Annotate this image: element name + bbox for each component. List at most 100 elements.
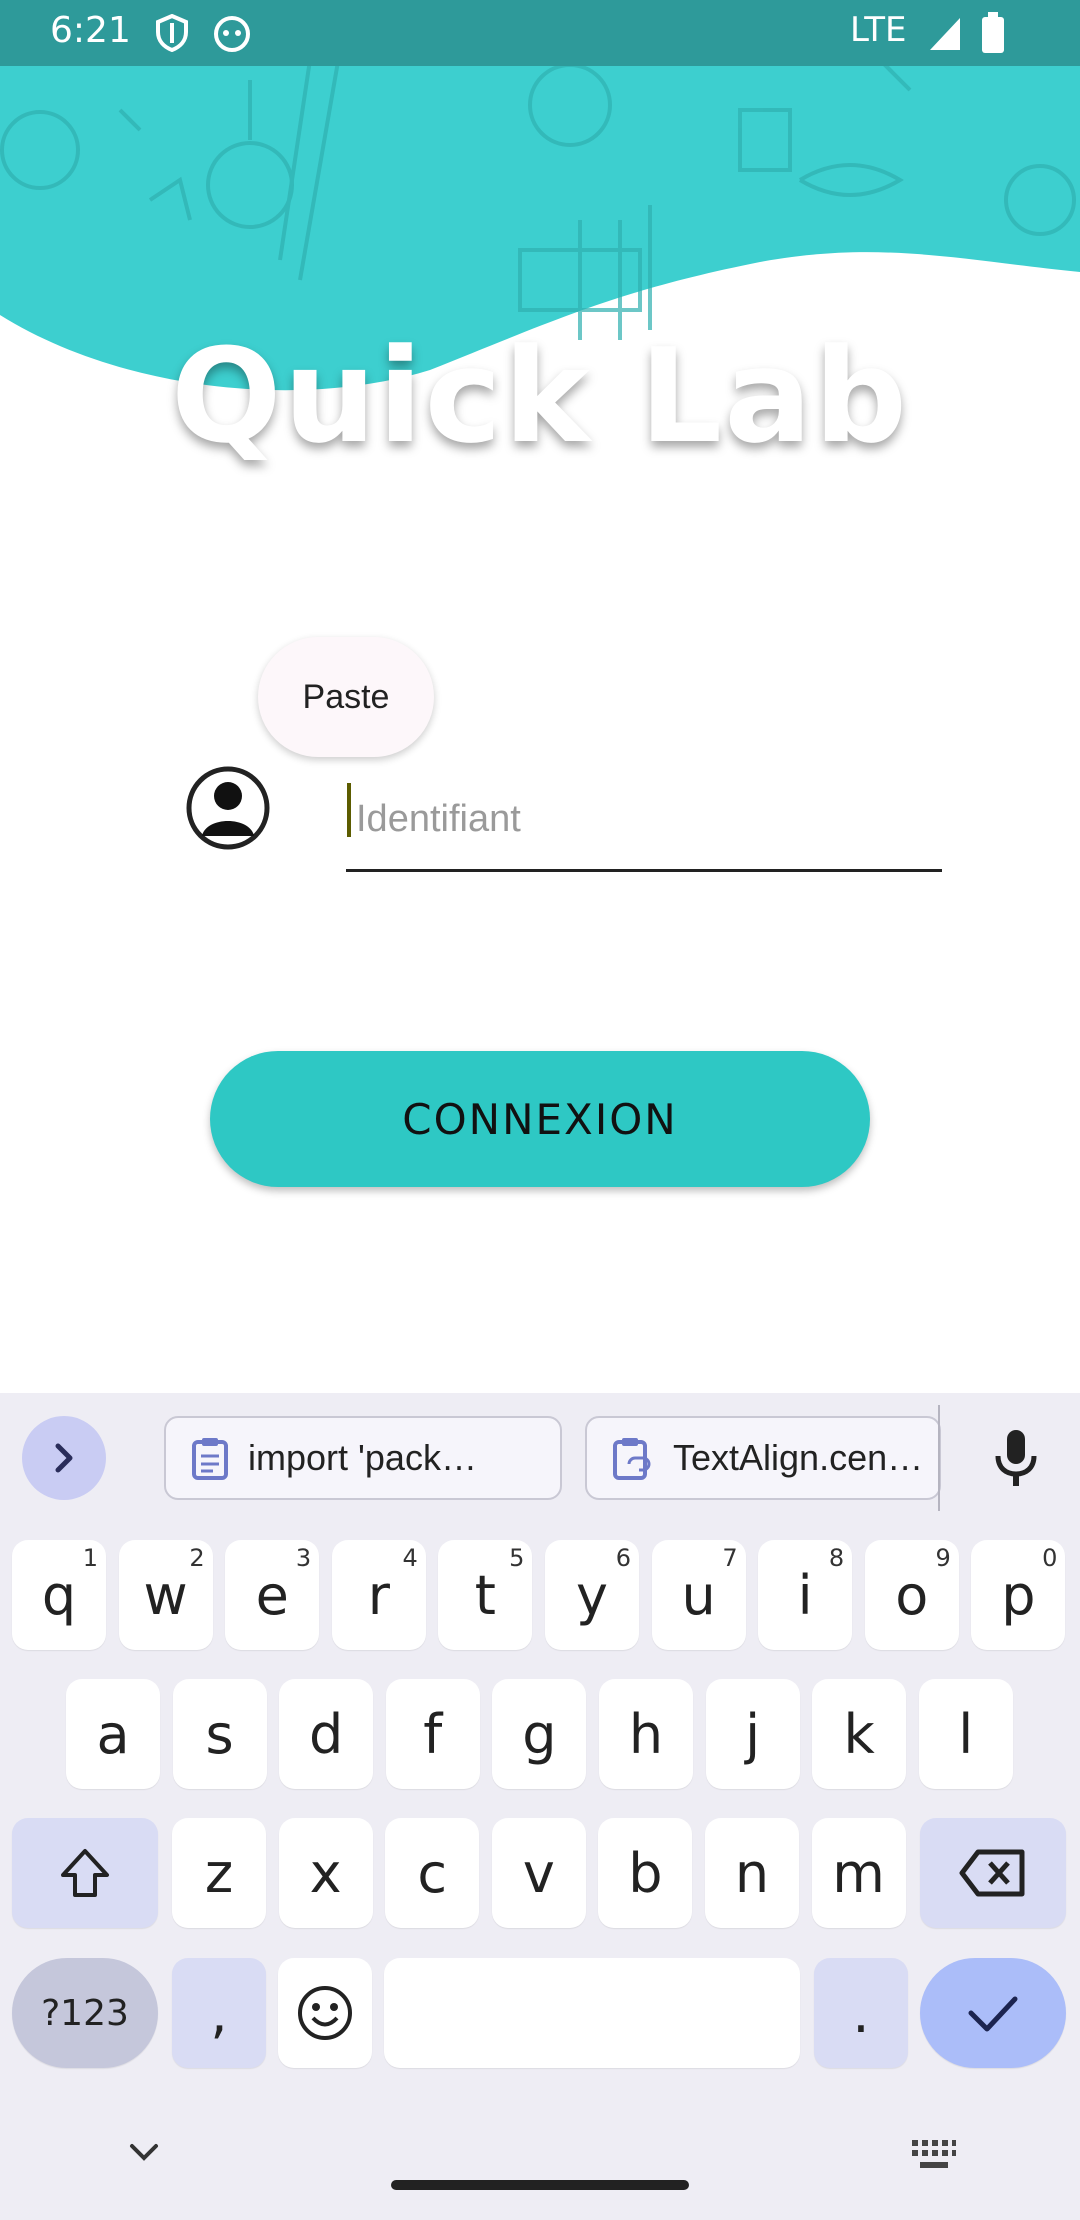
key-label: w [143, 1563, 188, 1627]
clipboard-chip-2[interactable]: TextAlign.cen… [585, 1416, 941, 1500]
key-l[interactable]: l [918, 1679, 1013, 1789]
clipboard-link-icon [613, 1438, 651, 1480]
backspace-icon [959, 1849, 1025, 1897]
key-label: i [797, 1563, 813, 1627]
key-f[interactable]: f [385, 1679, 480, 1789]
key-v[interactable]: v [491, 1818, 586, 1928]
key-b[interactable]: b [598, 1818, 693, 1928]
key-k[interactable]: k [812, 1679, 907, 1789]
chevron-right-icon [55, 1443, 73, 1473]
text-cursor [347, 783, 351, 837]
key-j[interactable]: j [705, 1679, 800, 1789]
face-icon [214, 16, 250, 52]
emoji-icon [298, 1986, 352, 2040]
key-p[interactable]: p0 [971, 1540, 1066, 1650]
keyboard-expand-button[interactable] [22, 1416, 106, 1500]
app-title: Quick Lab [170, 320, 909, 472]
key-q[interactable]: q1 [12, 1540, 106, 1650]
key-label: l [958, 1702, 974, 1766]
key-label: e [255, 1563, 289, 1627]
signal-icon [930, 18, 960, 50]
key-label: s [205, 1702, 234, 1766]
shift-icon [61, 1849, 109, 1897]
key-number-hint: 1 [82, 1544, 98, 1572]
key-label: k [843, 1702, 875, 1766]
emoji-key[interactable] [278, 1958, 372, 2068]
clipboard-chip-text: TextAlign.cen… [673, 1437, 924, 1478]
key-label: c [417, 1841, 448, 1905]
comma-key[interactable]: , [172, 1958, 266, 2068]
key-label: n [734, 1841, 770, 1905]
key-label: u [681, 1563, 716, 1627]
key-label: f [423, 1702, 443, 1766]
key-z[interactable]: z [172, 1818, 266, 1928]
key-label: d [309, 1702, 344, 1766]
key-label: o [895, 1563, 929, 1627]
key-s[interactable]: s [172, 1679, 267, 1789]
key-c[interactable]: c [385, 1818, 480, 1928]
key-number-hint: 7 [722, 1544, 738, 1572]
key-d[interactable]: d [279, 1679, 374, 1789]
key-label: j [745, 1702, 761, 1766]
shift-key[interactable] [12, 1818, 158, 1928]
key-label: g [522, 1702, 557, 1766]
period-key[interactable]: . [814, 1958, 908, 2068]
identifier-input[interactable] [346, 770, 942, 872]
check-icon [968, 1996, 1018, 2032]
key-number-hint: 6 [615, 1544, 631, 1572]
divider [938, 1405, 940, 1511]
key-h[interactable]: h [599, 1679, 693, 1789]
key-a[interactable]: a [66, 1679, 160, 1789]
shield-icon [156, 14, 188, 52]
key-e[interactable]: e3 [225, 1540, 320, 1650]
paste-button[interactable]: Paste [258, 637, 434, 757]
key-m[interactable]: m [811, 1818, 906, 1928]
battery-icon [982, 12, 1004, 53]
enter-key[interactable] [920, 1958, 1066, 2068]
clipboard-icon [192, 1438, 228, 1480]
key-r[interactable]: r4 [331, 1540, 426, 1650]
connect-button[interactable]: CONNEXION [210, 1051, 870, 1187]
key-o[interactable]: o9 [864, 1540, 959, 1650]
backspace-key[interactable] [920, 1818, 1066, 1928]
clipboard-chip-1[interactable]: import 'pack… [164, 1416, 562, 1500]
key-label: z [204, 1841, 234, 1905]
symbols-key[interactable]: ?123 [12, 1958, 158, 2068]
clipboard-chip-text: import 'pack… [248, 1437, 477, 1478]
key-w[interactable]: w2 [118, 1540, 213, 1650]
key-i[interactable]: i8 [758, 1540, 853, 1650]
key-label: p [1001, 1563, 1036, 1627]
key-label: b [628, 1841, 663, 1905]
key-x[interactable]: x [278, 1818, 373, 1928]
key-number-hint: 2 [189, 1544, 205, 1572]
key-number-hint: 8 [828, 1544, 845, 1572]
key-label: x [309, 1841, 342, 1905]
status-time: 6:21 [50, 10, 131, 51]
key-label: t [474, 1563, 496, 1627]
key-number-hint: 5 [509, 1544, 525, 1572]
chevron-down-icon[interactable] [126, 2138, 162, 2168]
network-type: LTE [850, 10, 907, 50]
microphone-icon[interactable] [992, 1428, 1040, 1488]
key-u[interactable]: u7 [651, 1540, 746, 1650]
home-indicator[interactable] [391, 2180, 689, 2190]
key-t[interactable]: t5 [438, 1540, 533, 1650]
key-label: q [41, 1563, 77, 1627]
status-bar: 6:21 LTE [0, 0, 1080, 66]
key-number-hint: 3 [295, 1544, 312, 1572]
space-key[interactable] [384, 1958, 800, 2068]
key-y[interactable]: y6 [545, 1540, 639, 1650]
user-avatar-icon [186, 766, 270, 850]
key-number-hint: 9 [935, 1544, 951, 1572]
key-number-hint: 0 [1042, 1544, 1058, 1572]
key-label: r [367, 1563, 390, 1627]
soft-keyboard [0, 1393, 1080, 2220]
key-label: y [576, 1563, 608, 1627]
key-n[interactable]: n [705, 1818, 799, 1928]
key-number-hint: 4 [402, 1544, 418, 1572]
keyboard-icon[interactable] [910, 2138, 958, 2172]
key-label: m [832, 1841, 885, 1905]
key-label: v [522, 1841, 555, 1905]
key-g[interactable]: g [492, 1679, 587, 1789]
key-label: a [96, 1702, 130, 1766]
